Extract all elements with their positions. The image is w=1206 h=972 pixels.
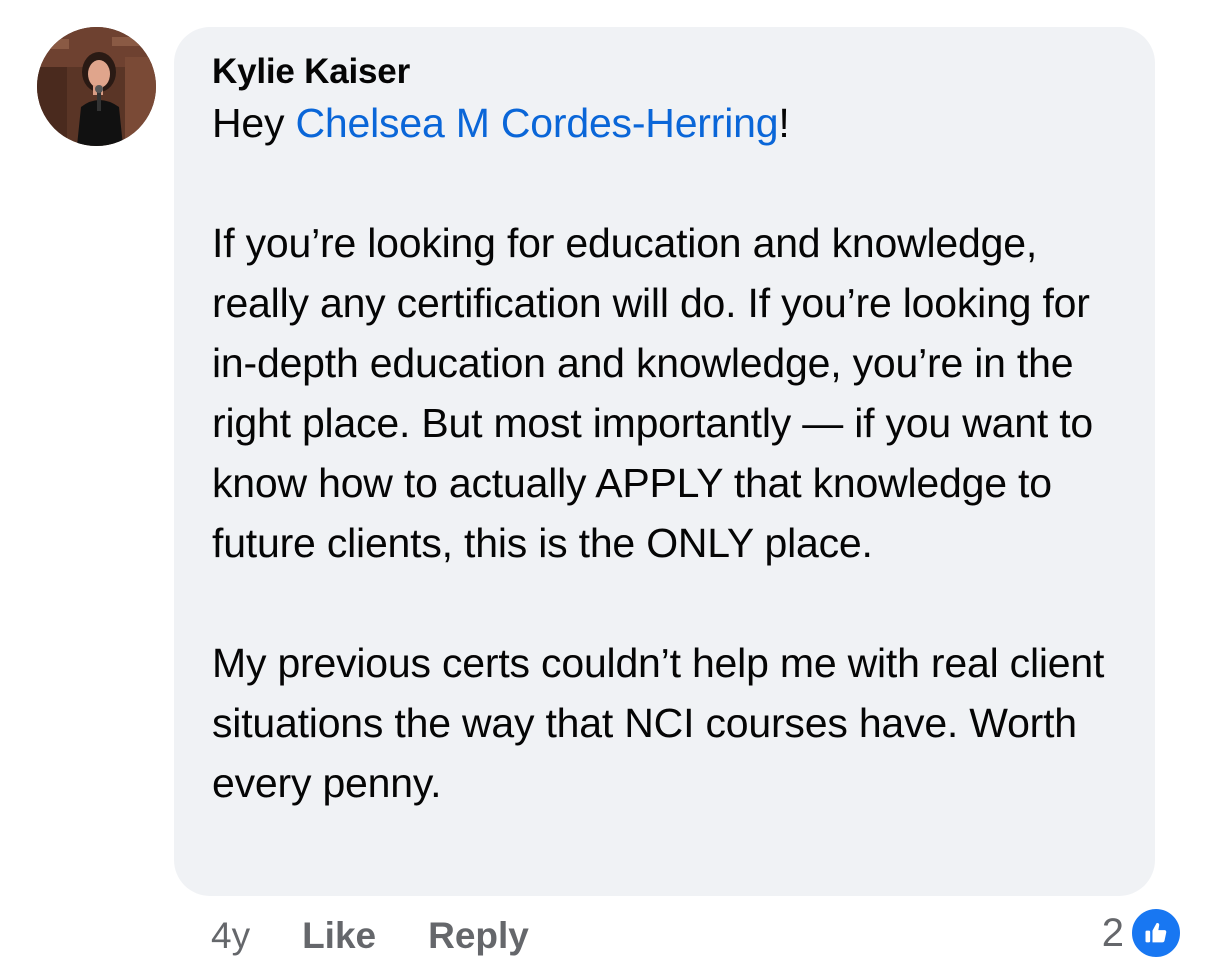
reaction-count: 2 — [1101, 910, 1124, 955]
comment-author-name[interactable]: Kylie Kaiser — [212, 51, 410, 93]
like-button[interactable]: Like — [302, 915, 376, 957]
comment-greeting: Hey Chelsea M Cordes-Herring! — [212, 93, 1125, 153]
comment-text: Hey Chelsea M Cordes-Herring! If you’re … — [212, 93, 1125, 813]
avatar[interactable] — [37, 27, 156, 146]
comment-timestamp[interactable]: 4y — [211, 915, 250, 957]
comment-actions: 4y Like Reply — [211, 912, 581, 960]
comment-paragraph: If you’re looking for education and know… — [212, 220, 1093, 566]
greeting-suffix: ! — [778, 100, 790, 146]
greeting-prefix: Hey — [212, 100, 296, 146]
thumbs-up-icon — [1130, 907, 1182, 959]
reply-button[interactable]: Reply — [428, 915, 529, 957]
comment-bubble: Kylie Kaiser Hey Chelsea M Cordes-Herrin… — [174, 27, 1155, 896]
comment-paragraph: My previous certs couldn’t help me with … — [212, 640, 1105, 806]
mention-link[interactable]: Chelsea M Cordes-Herring — [296, 100, 779, 146]
reaction-summary[interactable]: 2 — [1102, 907, 1182, 959]
